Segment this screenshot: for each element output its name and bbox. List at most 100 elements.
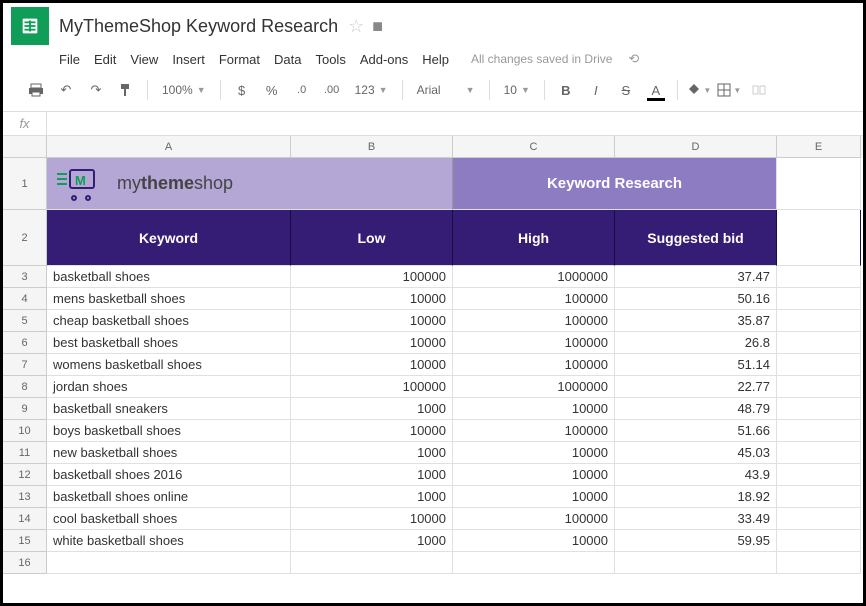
print-button[interactable]: [23, 77, 49, 103]
menu-format[interactable]: Format: [219, 52, 260, 67]
cell-keyword[interactable]: new basketball shoes: [47, 442, 291, 464]
menu-view[interactable]: View: [130, 52, 158, 67]
cell-keyword[interactable]: jordan shoes: [47, 376, 291, 398]
row-header[interactable]: 10: [3, 420, 47, 442]
strikethrough-button[interactable]: S: [613, 77, 639, 103]
col-header-e[interactable]: E: [777, 136, 861, 158]
cell-low[interactable]: 10000: [291, 420, 453, 442]
document-title[interactable]: MyThemeShop Keyword Research: [59, 16, 338, 37]
cell-b16[interactable]: [291, 552, 453, 574]
col-header-c[interactable]: C: [453, 136, 615, 158]
cell-high[interactable]: 10000: [453, 464, 615, 486]
row-header[interactable]: 7: [3, 354, 47, 376]
cell-high[interactable]: 100000: [453, 508, 615, 530]
row-header[interactable]: 8: [3, 376, 47, 398]
cell-keyword[interactable]: basketball shoes online: [47, 486, 291, 508]
header-low[interactable]: Low: [291, 210, 453, 266]
cell-empty[interactable]: [777, 486, 861, 508]
cell-empty[interactable]: [777, 420, 861, 442]
row-header-1[interactable]: 1: [3, 158, 47, 210]
row-header[interactable]: 14: [3, 508, 47, 530]
cell-bid[interactable]: 26.8: [615, 332, 777, 354]
cell-bid[interactable]: 33.49: [615, 508, 777, 530]
cell-keyword[interactable]: best basketball shoes: [47, 332, 291, 354]
cell-empty[interactable]: [777, 464, 861, 486]
cell-bid[interactable]: 59.95: [615, 530, 777, 552]
cell-high[interactable]: 10000: [453, 398, 615, 420]
cell-e2[interactable]: [777, 210, 861, 266]
cell-keyword[interactable]: cheap basketball shoes: [47, 310, 291, 332]
bold-button[interactable]: B: [553, 77, 579, 103]
cell-empty[interactable]: [777, 332, 861, 354]
sheets-app-icon[interactable]: [11, 7, 49, 45]
star-icon[interactable]: ☆: [348, 16, 364, 37]
cell-bid[interactable]: 35.87: [615, 310, 777, 332]
brand-cell[interactable]: M mythemeshop: [47, 158, 453, 210]
zoom-selector[interactable]: 100%▼: [156, 83, 212, 97]
cell-e1[interactable]: [777, 158, 861, 210]
italic-button[interactable]: I: [583, 77, 609, 103]
cell-high[interactable]: 100000: [453, 332, 615, 354]
row-header[interactable]: 11: [3, 442, 47, 464]
fill-color-button[interactable]: ▼: [686, 77, 712, 103]
cell-empty[interactable]: [777, 266, 861, 288]
cell-low[interactable]: 10000: [291, 508, 453, 530]
cell-bid[interactable]: 45.03: [615, 442, 777, 464]
cell-high[interactable]: 1000000: [453, 376, 615, 398]
text-color-button[interactable]: A: [643, 77, 669, 103]
cell-empty[interactable]: [777, 310, 861, 332]
cell-high[interactable]: 100000: [453, 310, 615, 332]
cell-bid[interactable]: 51.66: [615, 420, 777, 442]
header-suggested-bid[interactable]: Suggested bid: [615, 210, 777, 266]
cell-bid[interactable]: 18.92: [615, 486, 777, 508]
increase-decimal-button[interactable]: .00: [319, 77, 345, 103]
cell-high[interactable]: 10000: [453, 530, 615, 552]
percent-button[interactable]: %: [259, 77, 285, 103]
row-header[interactable]: 9: [3, 398, 47, 420]
menu-addons[interactable]: Add-ons: [360, 52, 408, 67]
cell-high[interactable]: 10000: [453, 486, 615, 508]
row-header-16[interactable]: 16: [3, 552, 47, 574]
select-all-corner[interactable]: [3, 136, 47, 158]
cell-low[interactable]: 100000: [291, 266, 453, 288]
cell-keyword[interactable]: basketball shoes: [47, 266, 291, 288]
menu-tools[interactable]: Tools: [315, 52, 345, 67]
row-header[interactable]: 6: [3, 332, 47, 354]
header-high[interactable]: High: [453, 210, 615, 266]
number-format-selector[interactable]: 123▼: [349, 83, 394, 97]
cell-low[interactable]: 10000: [291, 310, 453, 332]
col-header-b[interactable]: B: [291, 136, 453, 158]
cell-keyword[interactable]: cool basketball shoes: [47, 508, 291, 530]
borders-button[interactable]: ▼: [716, 77, 742, 103]
cell-d16[interactable]: [615, 552, 777, 574]
cell-keyword[interactable]: basketball shoes 2016: [47, 464, 291, 486]
cell-keyword[interactable]: white basketball shoes: [47, 530, 291, 552]
cell-low[interactable]: 10000: [291, 354, 453, 376]
cell-keyword[interactable]: boys basketball shoes: [47, 420, 291, 442]
row-header[interactable]: 5: [3, 310, 47, 332]
row-header-2[interactable]: 2: [3, 210, 47, 266]
font-selector[interactable]: Arial▼: [411, 83, 481, 97]
cell-low[interactable]: 100000: [291, 376, 453, 398]
row-header[interactable]: 12: [3, 464, 47, 486]
cell-empty[interactable]: [777, 530, 861, 552]
cell-low[interactable]: 1000: [291, 486, 453, 508]
cell-empty[interactable]: [777, 398, 861, 420]
redo-button[interactable]: ↷: [83, 77, 109, 103]
decrease-decimal-button[interactable]: .0: [289, 77, 315, 103]
cell-bid[interactable]: 50.16: [615, 288, 777, 310]
cell-a16[interactable]: [47, 552, 291, 574]
menu-insert[interactable]: Insert: [172, 52, 205, 67]
cell-keyword[interactable]: mens basketball shoes: [47, 288, 291, 310]
cell-empty[interactable]: [777, 354, 861, 376]
cell-empty[interactable]: [777, 288, 861, 310]
cell-low[interactable]: 10000: [291, 288, 453, 310]
paint-format-button[interactable]: [113, 77, 139, 103]
cell-bid[interactable]: 43.9: [615, 464, 777, 486]
formula-input[interactable]: [47, 112, 863, 135]
title-cell[interactable]: Keyword Research: [453, 158, 777, 210]
cell-c16[interactable]: [453, 552, 615, 574]
cell-empty[interactable]: [777, 442, 861, 464]
menu-file[interactable]: File: [59, 52, 80, 67]
cell-bid[interactable]: 48.79: [615, 398, 777, 420]
